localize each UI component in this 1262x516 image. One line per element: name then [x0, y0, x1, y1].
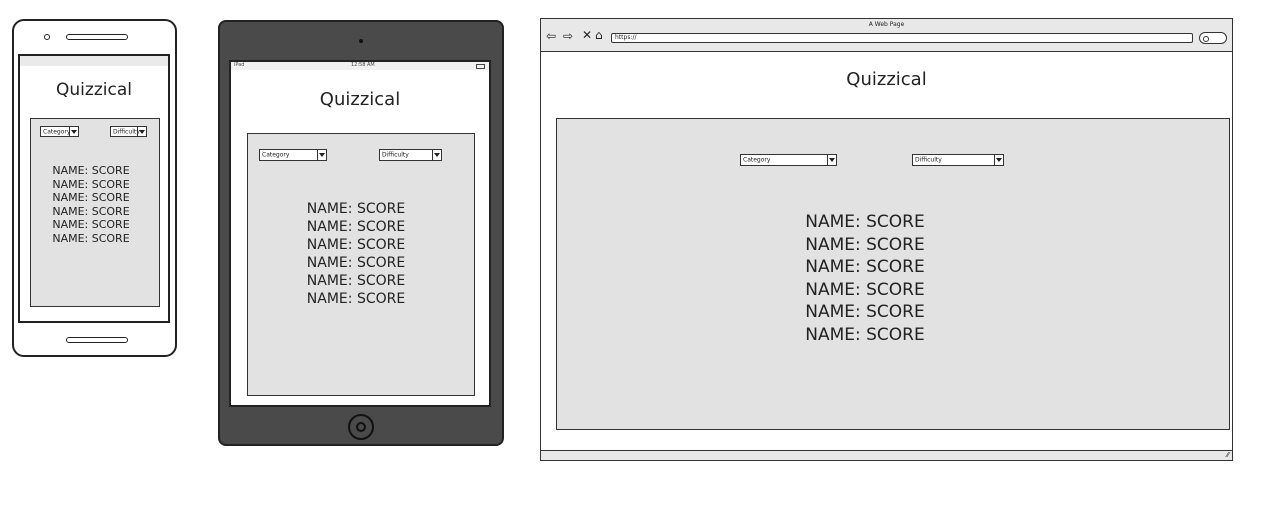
battery-icon [476, 64, 485, 69]
score-row: NAME: SCORE [306, 291, 406, 307]
score-row: NAME: SCORE [306, 255, 406, 271]
score-row: NAME: SCORE [52, 191, 130, 205]
tablet-camera [359, 39, 363, 43]
score-row: NAME: SCORE [306, 237, 406, 253]
window-title: A Web Page [868, 21, 905, 28]
leaderboard-panel: Category Difficulty NAME: SCORE NAME: SC… [556, 118, 1230, 430]
chevron-down-icon [432, 150, 441, 160]
score-row: NAME: SCORE [52, 231, 130, 245]
phone-home-bar[interactable] [66, 337, 128, 343]
leaderboard-panel: Category Difficulty NAME: SCORE NAME: SC… [30, 118, 160, 307]
page-title: Quizzical [846, 69, 927, 90]
score-list: NAME: SCORE NAME: SCORE NAME: SCORE NAME… [31, 164, 151, 246]
category-select[interactable]: Category [259, 149, 327, 161]
score-row: NAME: SCORE [306, 219, 406, 235]
difficulty-select[interactable]: Difficulty [912, 154, 1004, 166]
phone-screen: Quizzical Category Difficulty NAME: SCOR… [18, 54, 170, 323]
category-select[interactable]: Category [40, 126, 79, 137]
score-row: NAME: SCORE [306, 201, 406, 217]
score-row: NAME: SCORE [805, 234, 925, 255]
score-row: NAME: SCORE [52, 164, 130, 177]
browser-chrome: A Web Page ⇦ ⇨ ✕ ⌂ https:// [541, 19, 1232, 52]
phone-speaker [66, 34, 128, 40]
address-bar[interactable]: https:// [611, 33, 1193, 43]
score-row: NAME: SCORE [805, 212, 925, 232]
forward-icon[interactable]: ⇨ [563, 30, 573, 42]
page-title: Quizzical [319, 89, 401, 110]
score-row: NAME: SCORE [805, 279, 925, 300]
category-select-label: Category [43, 128, 71, 135]
score-row: NAME: SCORE [306, 273, 406, 289]
chevron-down-icon [69, 127, 78, 136]
tablet-time: 12:58 AM [351, 62, 375, 68]
tablet-status-bar: iPad 12:58 AM [231, 62, 489, 70]
chevron-down-icon [827, 155, 836, 165]
url-text: https:// [615, 34, 637, 41]
category-select[interactable]: Category [740, 154, 837, 166]
score-row: NAME: SCORE [805, 257, 925, 277]
back-icon[interactable]: ⇦ [546, 30, 556, 42]
chevron-down-icon [317, 150, 326, 160]
home-button-icon[interactable] [348, 414, 374, 440]
category-select-label: Category [743, 156, 771, 164]
score-row: NAME: SCORE [52, 177, 130, 191]
tablet-screen: iPad 12:58 AM Quizzical Category Difficu… [229, 60, 491, 407]
tablet-device-label: iPad [234, 62, 245, 68]
score-row: NAME: SCORE [805, 324, 925, 345]
score-row: NAME: SCORE [805, 302, 925, 322]
score-list: NAME: SCORE NAME: SCORE NAME: SCORE NAME… [248, 200, 464, 308]
chevron-down-icon [137, 127, 146, 136]
page-title: Quizzical [56, 80, 132, 100]
score-row: NAME: SCORE [52, 218, 130, 232]
resize-handle-icon[interactable]: ⁄⁄ [1227, 451, 1229, 460]
difficulty-select[interactable]: Difficulty [110, 126, 147, 137]
score-list: NAME: SCORE NAME: SCORE NAME: SCORE NAME… [773, 211, 957, 346]
difficulty-select-label: Difficulty [915, 156, 942, 164]
score-row: NAME: SCORE [52, 204, 130, 218]
close-icon[interactable]: ✕ [582, 29, 592, 41]
difficulty-select[interactable]: Difficulty [379, 149, 442, 161]
phone-camera [44, 34, 50, 40]
home-icon[interactable]: ⌂ [595, 29, 603, 41]
difficulty-select-label: Difficulty [113, 128, 140, 135]
search-box[interactable] [1199, 32, 1227, 44]
chevron-down-icon [994, 155, 1003, 165]
category-select-label: Category [262, 151, 290, 159]
leaderboard-panel: Category Difficulty NAME: SCORE NAME: SC… [247, 133, 475, 396]
search-icon [1203, 36, 1209, 42]
difficulty-select-label: Difficulty [382, 151, 409, 159]
browser-window: A Web Page ⇦ ⇨ ✕ ⌂ https:// Quizzical Ca… [540, 18, 1233, 461]
phone-status-bar [20, 56, 168, 66]
browser-status-bar: ⁄⁄ [541, 450, 1232, 460]
